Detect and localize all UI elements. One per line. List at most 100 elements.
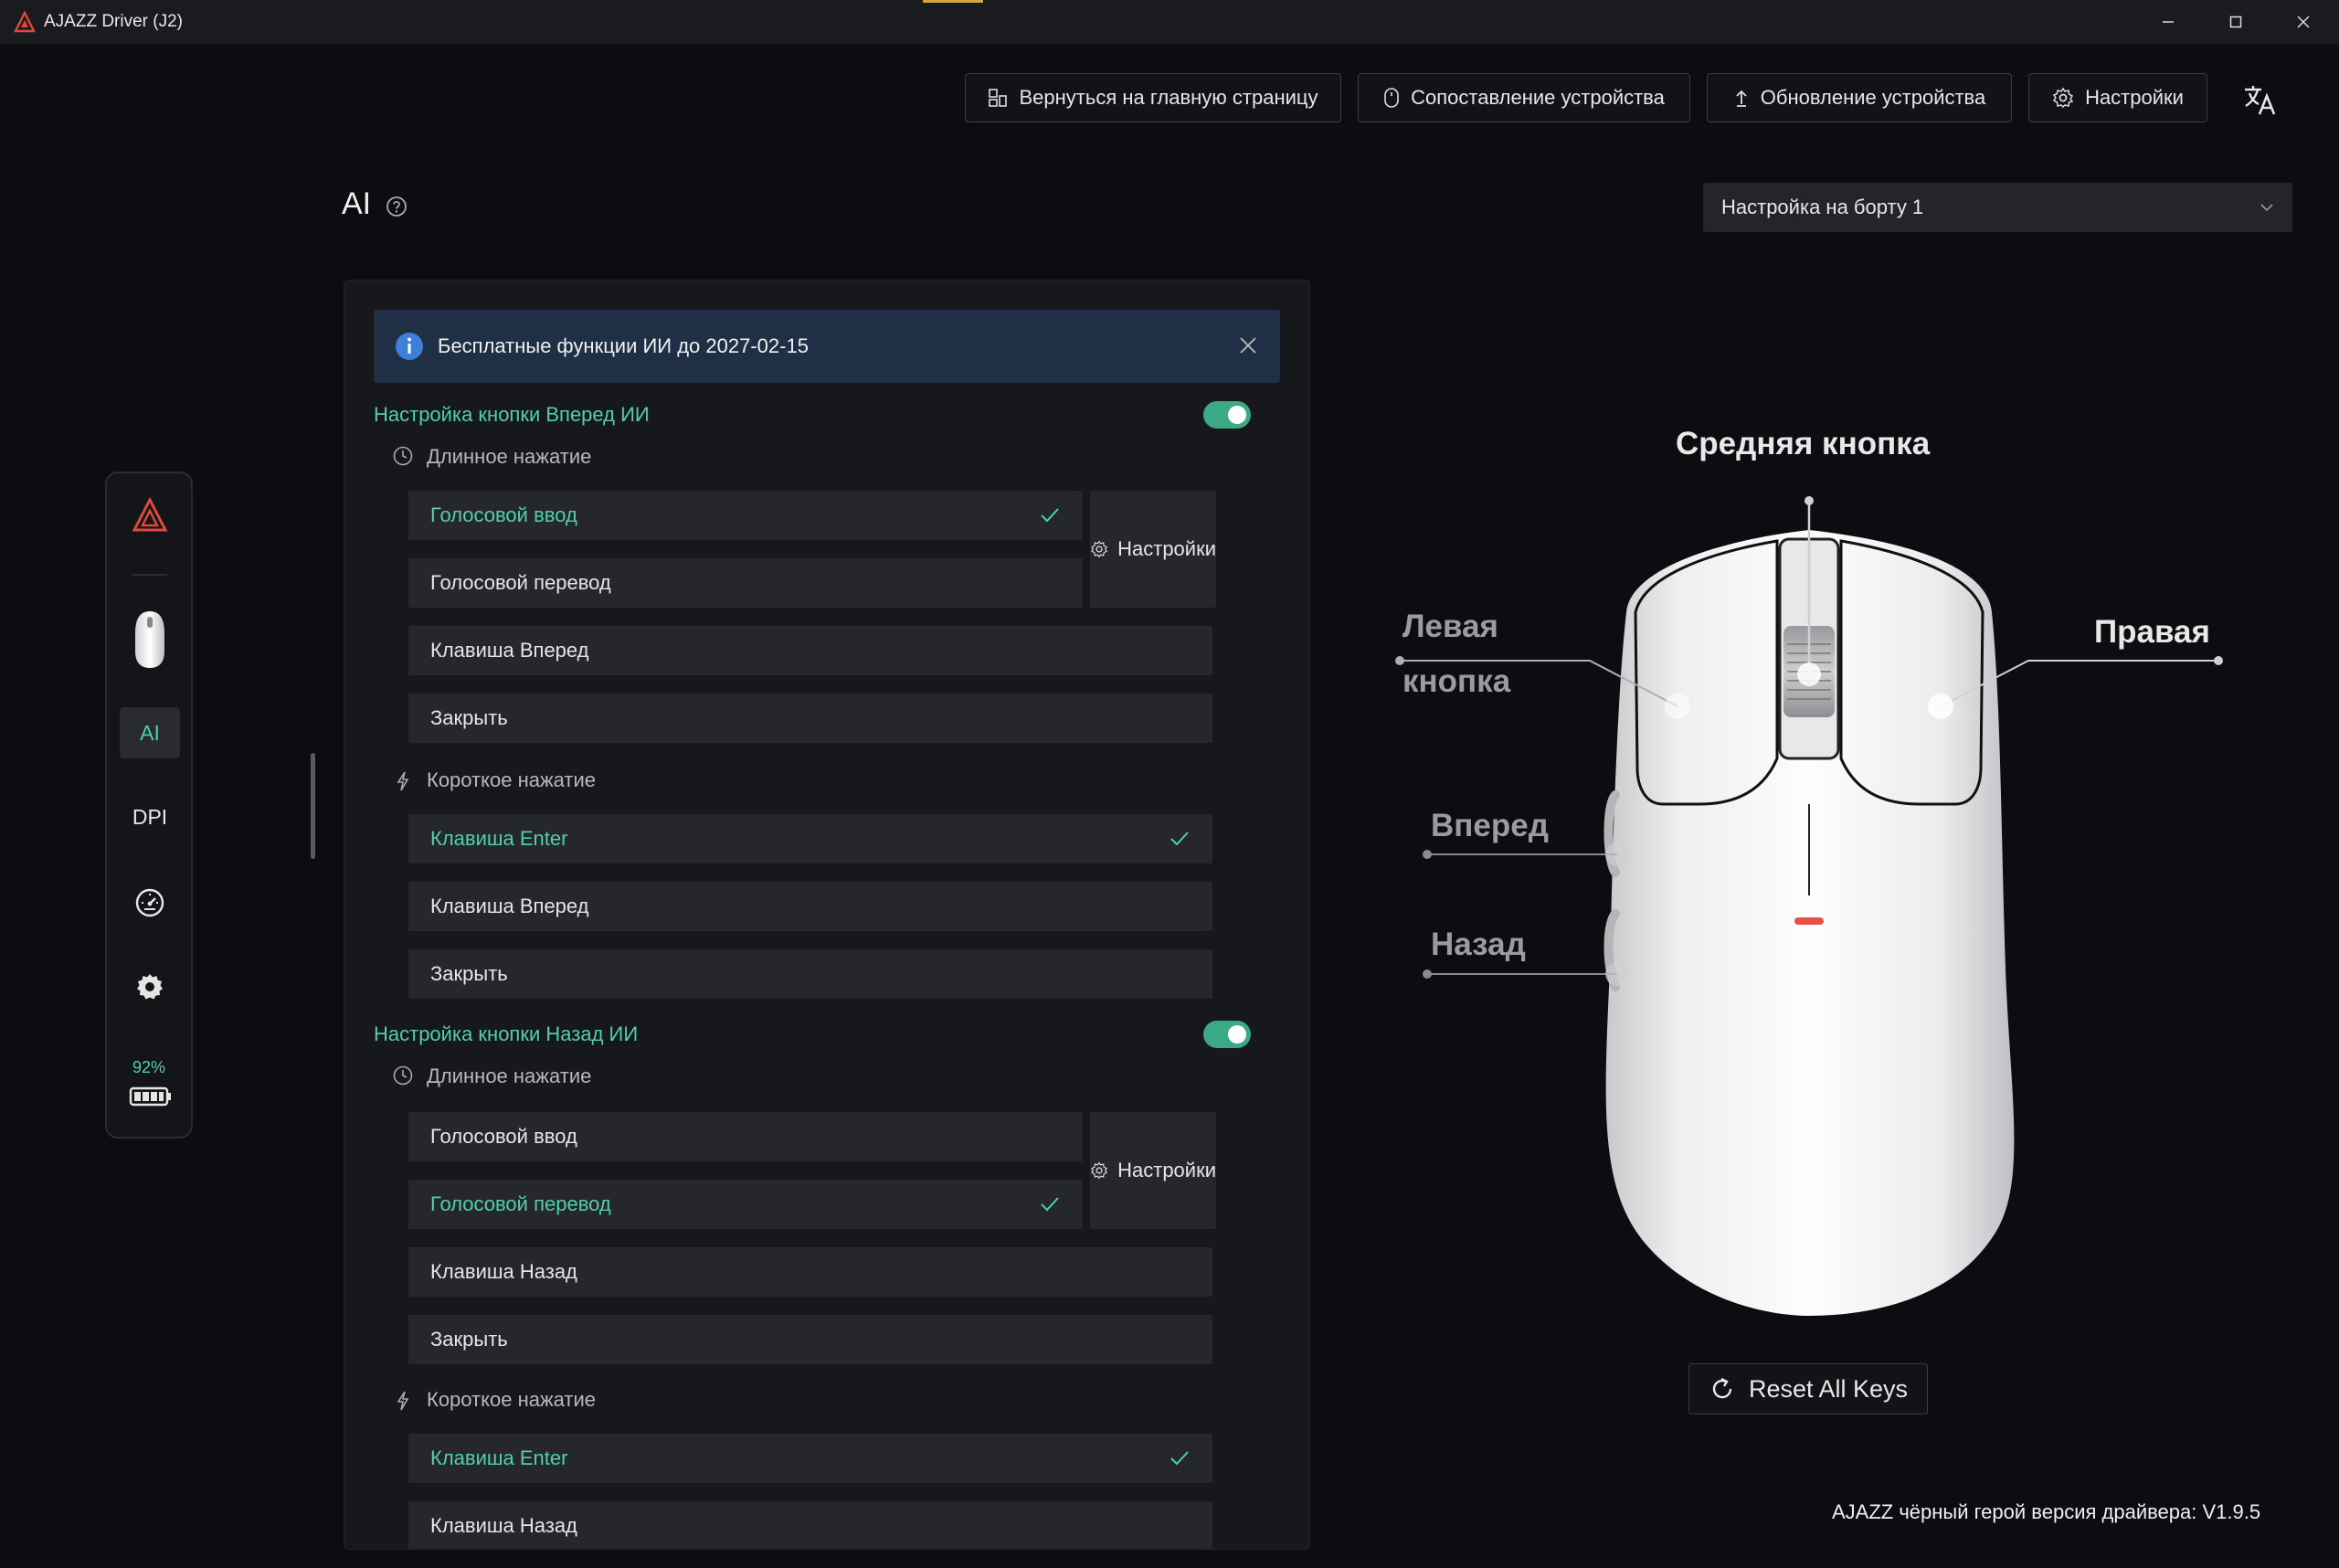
ajazz-logo-icon — [132, 497, 168, 532]
sidebar-item-label: AI — [140, 720, 160, 745]
scrollbar-thumb[interactable] — [311, 753, 315, 859]
check-icon — [1170, 1451, 1189, 1466]
gear-icon — [1091, 1161, 1108, 1180]
upload-icon — [1736, 90, 1747, 107]
back-short-option-enter[interactable]: Клавиша Enter — [408, 1434, 1212, 1483]
sidebar-item-device[interactable] — [120, 603, 180, 676]
option-label: Голосовой ввод — [430, 1125, 577, 1148]
option-label: Закрыть — [430, 962, 508, 985]
maximize-button[interactable] — [2202, 0, 2270, 44]
title-accent-line — [923, 0, 983, 3]
sidebar-item-dpi[interactable]: DPI — [120, 791, 180, 842]
device-update-label: Обновление устройства — [1760, 86, 1986, 109]
device-pairing-label: Сопоставление устройства — [1411, 86, 1665, 109]
sidebar-item-settings[interactable] — [120, 961, 180, 1012]
option-label: Закрыть — [430, 1328, 508, 1351]
device-pairing-button[interactable]: Сопоставление устройства — [1358, 73, 1690, 122]
lightning-icon — [397, 771, 409, 791]
forward-long-option-forward-key[interactable]: Клавиша Вперед — [408, 626, 1212, 675]
close-window-button[interactable] — [2270, 0, 2337, 44]
window-title: AJAZZ Driver (J2) — [44, 12, 183, 31]
option-label: Закрыть — [430, 706, 508, 729]
option-label: Голосовой перевод — [430, 571, 611, 594]
forward-ai-toggle[interactable] — [1203, 401, 1251, 429]
back-long-option-back-key[interactable]: Клавиша Назад — [408, 1247, 1212, 1297]
profile-select[interactable]: Настройка на борту 1 — [1703, 183, 2292, 232]
settings-button-label: Настройки — [2085, 86, 2184, 109]
forward-long-option-close[interactable]: Закрыть — [408, 694, 1212, 743]
info-banner: Бесплатные функции ИИ до 2027-02-15 — [374, 310, 1280, 383]
forward-section-title: Настройка кнопки Вперед ИИ — [374, 403, 650, 426]
forward-long-option-voice-translate[interactable]: Голосовой перевод — [408, 558, 1083, 608]
battery-percentage: 92% — [132, 1058, 166, 1076]
check-icon — [1041, 1197, 1059, 1212]
back-long-press-label: Длинное нажатие — [427, 1065, 592, 1087]
forward-long-option-voice-input[interactable]: Голосовой ввод — [408, 491, 1083, 540]
back-short-option-back-key[interactable]: Клавиша Назад — [408, 1501, 1212, 1549]
mouse-icon — [1384, 88, 1399, 108]
home-button[interactable]: Вернуться на главную страницу — [965, 73, 1341, 122]
settings-label: Настройки — [1117, 1159, 1216, 1181]
mouse-device-icon — [135, 611, 164, 668]
option-label: Клавиша Вперед — [430, 639, 589, 662]
back-settings-button[interactable]: Настройки — [1090, 1112, 1216, 1229]
sidebar-item-performance[interactable] — [120, 877, 180, 928]
home-button-label: Вернуться на главную страницу — [1019, 86, 1318, 109]
translate-icon — [2245, 86, 2276, 115]
sidebar-logo[interactable] — [120, 490, 180, 541]
driver-version: AJAZZ чёрный герой версия драйвера: V1.9… — [1832, 1500, 2261, 1523]
option-label: Клавиша Enter — [430, 1446, 568, 1469]
sidebar-item-label: DPI — [132, 804, 168, 829]
close-icon[interactable] — [1238, 335, 1258, 355]
page-title: AI — [342, 186, 372, 221]
mouse-diagram — [1395, 496, 2223, 1316]
gear-icon — [1091, 540, 1108, 558]
reset-all-keys-button[interactable]: Reset All Keys — [1688, 1363, 1928, 1414]
back-section-title: Настройка кнопки Назад ИИ — [374, 1022, 639, 1045]
back-long-option-close[interactable]: Закрыть — [408, 1315, 1212, 1364]
option-label: Клавиша Назад — [430, 1260, 577, 1283]
title-bar: AJAZZ Driver (J2) — [0, 0, 2339, 44]
device-update-button[interactable]: Обновление устройства — [1707, 73, 2012, 122]
left-button-label-line2: кнопка — [1402, 663, 1511, 699]
back-long-option-voice-translate[interactable]: Голосовой перевод — [408, 1180, 1083, 1229]
option-label: Голосовой ввод — [430, 503, 577, 526]
back-button-label: Назад — [1431, 927, 1526, 962]
clock-icon — [393, 446, 413, 466]
right-button-label: Правая — [2094, 614, 2210, 650]
minimize-button[interactable] — [2134, 0, 2202, 44]
profile-select-value: Настройка на борту 1 — [1721, 196, 1924, 218]
option-label: Клавиша Назад — [430, 1514, 577, 1537]
forward-settings-button[interactable]: Настройки — [1090, 491, 1216, 608]
ajazz-logo-icon — [13, 10, 37, 34]
home-icon — [989, 89, 1008, 107]
back-ai-toggle[interactable] — [1203, 1021, 1251, 1048]
option-label: Клавиша Enter — [430, 827, 568, 850]
gear-icon — [2052, 87, 2074, 109]
reset-all-keys-label: Reset All Keys — [1748, 1374, 1909, 1403]
forward-short-option-enter[interactable]: Клавиша Enter — [408, 814, 1212, 863]
language-button[interactable] — [2237, 77, 2282, 122]
option-label: Голосовой перевод — [430, 1192, 611, 1215]
forward-short-option-forward-key[interactable]: Клавиша Вперед — [408, 882, 1212, 931]
lightning-icon — [397, 1391, 409, 1411]
chevron-down-icon — [2260, 204, 2273, 212]
info-banner-text: Бесплатные функции ИИ до 2027-02-15 — [438, 334, 809, 357]
forward-short-press-label: Короткое нажатие — [427, 768, 597, 791]
clock-icon — [393, 1065, 413, 1086]
help-icon[interactable] — [385, 195, 408, 223]
sidebar: AI DPI 92% — [105, 471, 193, 1139]
middle-button-label: Средняя кнопка — [1676, 426, 1931, 461]
ai-settings-panel: Бесплатные функции ИИ до 2027-02-15 Наст… — [344, 280, 1310, 1550]
sidebar-item-ai[interactable]: AI — [120, 707, 180, 758]
forward-button-label: Вперед — [1431, 808, 1549, 843]
speedometer-icon — [135, 888, 164, 917]
check-icon — [1041, 508, 1059, 523]
settings-label: Настройки — [1117, 537, 1216, 560]
settings-button[interactable]: Настройки — [2028, 73, 2207, 122]
forward-short-option-close[interactable]: Закрыть — [408, 949, 1212, 999]
back-long-option-voice-input[interactable]: Голосовой ввод — [408, 1112, 1083, 1161]
option-label: Клавиша Вперед — [430, 895, 589, 917]
sidebar-divider — [132, 574, 167, 576]
refresh-icon — [1712, 1377, 1732, 1399]
